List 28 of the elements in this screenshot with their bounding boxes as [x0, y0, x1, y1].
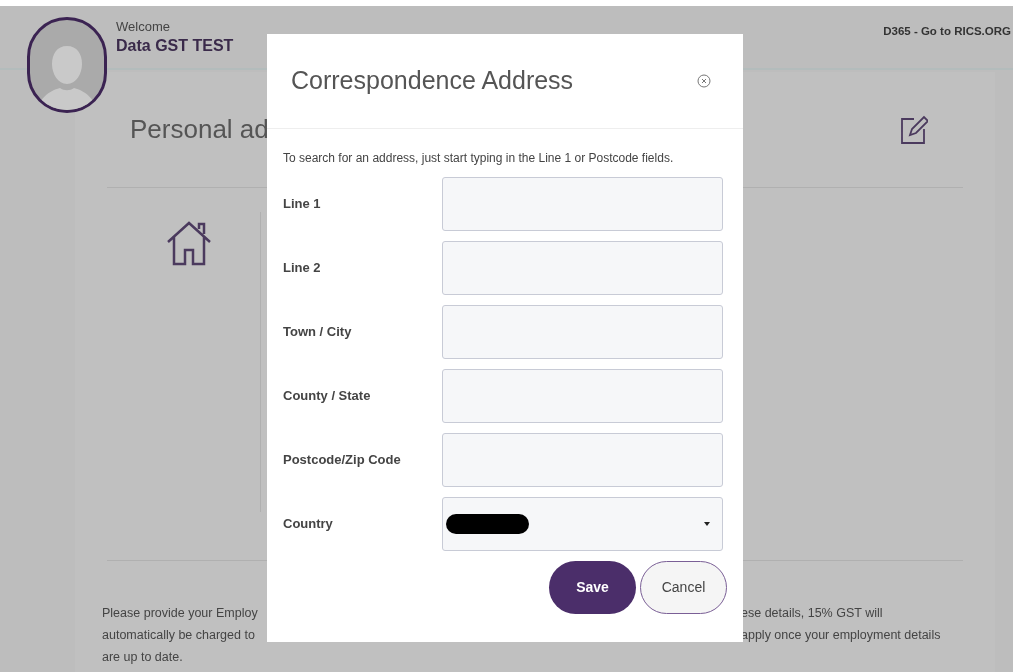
input-field[interactable]: [442, 433, 723, 487]
input-field[interactable]: [442, 177, 723, 231]
dialog-title: Correspondence Address: [291, 65, 574, 97]
field-label: Postcode/Zip Code: [283, 451, 402, 470]
notice-text: automatically be charged to: [102, 627, 256, 644]
field-label: Line 1: [283, 195, 322, 214]
field-label: County / State: [283, 387, 372, 406]
input-field[interactable]: [442, 305, 723, 359]
section-title: Personal ad: [130, 113, 269, 146]
caret-icon: [704, 522, 710, 526]
input-field[interactable]: [442, 241, 723, 295]
input-field[interactable]: [442, 369, 723, 423]
notice-text: Please provide your Employ: [102, 605, 258, 622]
hint-text: To search for an address, just start typing in the Line 1 or Postcode fields.: [283, 150, 675, 167]
close-icon[interactable]: [697, 74, 711, 88]
notice-text: are up to date.: [102, 649, 184, 666]
field-label: Line 2: [283, 259, 322, 278]
edit-icon[interactable]: [900, 114, 928, 145]
cancel-button[interactable]: Cancel: [640, 561, 727, 614]
user-name: Data GST TEST: [116, 36, 234, 56]
house-icon: [165, 220, 213, 266]
notice-text: apply once your employment details: [741, 627, 941, 644]
field-label: Town / City: [283, 323, 353, 342]
field-label: Country: [283, 515, 334, 534]
welcome-text: Welcome: [116, 19, 171, 35]
country-dropdown[interactable]: [442, 497, 723, 551]
save-button[interactable]: Save: [549, 561, 636, 614]
rics-link[interactable]: D365 - Go to RICS.ORG: [883, 23, 1011, 41]
